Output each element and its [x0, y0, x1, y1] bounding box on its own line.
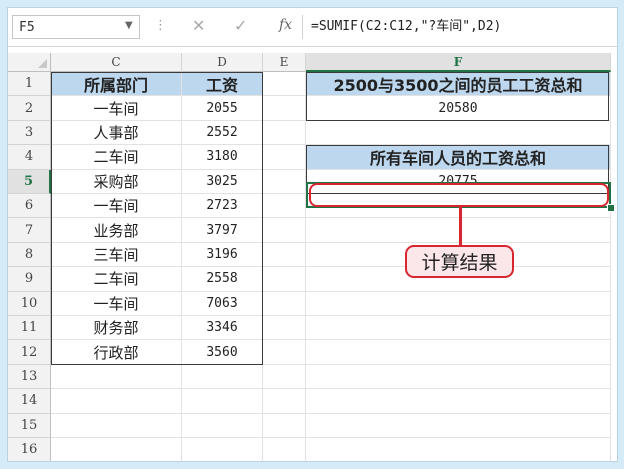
enter-icon[interactable]: ✓ [234, 16, 247, 35]
cell-department[interactable]: 业务部 [51, 218, 182, 243]
row-header-12[interactable]: 12 [8, 340, 51, 365]
formula-bar: F5 ▼ ⋮ ✕ ✓ fx =SUMIF(C2:C12,"?车间",D2) [8, 8, 617, 47]
header-cell-salary[interactable]: 工资 [182, 72, 263, 97]
cell-salary[interactable]: 7063 [182, 291, 263, 316]
cell-department[interactable]: 一车间 [51, 194, 182, 219]
row-header-9[interactable]: 9 [8, 267, 51, 292]
cell-department[interactable] [51, 438, 182, 461]
formula-bar-divider [302, 15, 303, 39]
row-header-1[interactable]: 1 [8, 72, 51, 97]
row-header-13[interactable]: 13 [8, 364, 51, 390]
cell-empty[interactable] [263, 291, 306, 316]
fill-handle[interactable] [607, 204, 615, 212]
cell-empty[interactable] [263, 72, 306, 97]
cell-empty[interactable] [263, 218, 306, 243]
row-header-8[interactable]: 8 [8, 242, 51, 268]
cell-empty[interactable] [306, 316, 611, 341]
cell-salary[interactable] [182, 389, 263, 414]
column-header-e[interactable]: E [263, 53, 306, 72]
cell-empty[interactable] [306, 413, 611, 438]
result-title-workshop[interactable]: 所有车间人员的工资总和 [306, 145, 611, 170]
result-highlight [309, 183, 609, 207]
cell-salary[interactable]: 2055 [182, 96, 263, 121]
cell-department[interactable] [51, 413, 182, 438]
cell-department[interactable]: 人事部 [51, 120, 182, 146]
header-cell-department[interactable]: 所属部门 [51, 72, 182, 97]
cell-salary[interactable]: 3025 [182, 169, 263, 194]
cell-salary[interactable]: 3797 [182, 218, 263, 243]
cell-department[interactable] [51, 389, 182, 414]
row-header-14[interactable]: 14 [8, 389, 51, 414]
cell-salary[interactable]: 3346 [182, 316, 263, 341]
cell-department[interactable]: 财务部 [51, 316, 182, 341]
cell-empty[interactable] [263, 267, 306, 292]
cell-empty[interactable] [306, 364, 611, 390]
cell-empty[interactable] [263, 242, 306, 268]
column-header-c[interactable]: C [51, 53, 182, 72]
cell-salary[interactable] [182, 438, 263, 461]
cell-salary[interactable] [182, 413, 263, 438]
cell-department[interactable]: 一车间 [51, 291, 182, 316]
callout-connector [459, 207, 462, 245]
formula-input[interactable]: =SUMIF(C2:C12,"?车间",D2) [311, 15, 613, 39]
cell-salary[interactable]: 2558 [182, 267, 263, 292]
cell-department[interactable]: 二车间 [51, 145, 182, 170]
cell-salary[interactable]: 2552 [182, 120, 263, 146]
cell-department[interactable]: 三车间 [51, 242, 182, 268]
cell-empty[interactable] [306, 120, 611, 146]
row-header-3[interactable]: 3 [8, 120, 51, 146]
row-header-7[interactable]: 7 [8, 218, 51, 243]
cancel-icon[interactable]: ✕ [192, 16, 205, 35]
row-header-4[interactable]: 4 [8, 145, 51, 170]
cell-empty[interactable] [306, 389, 611, 414]
cell-salary[interactable]: 3196 [182, 242, 263, 268]
cell-department[interactable]: 二车间 [51, 267, 182, 292]
name-box-value: F5 [19, 20, 35, 35]
cell-salary[interactable]: 3560 [182, 340, 263, 365]
cell-empty[interactable] [263, 438, 306, 461]
row-header-11[interactable]: 11 [8, 316, 51, 341]
cell-empty[interactable] [263, 145, 306, 170]
cell-empty[interactable] [306, 340, 611, 365]
cell-empty[interactable] [263, 389, 306, 414]
name-box[interactable]: F5 ▼ [12, 15, 140, 39]
result-value-salary-range[interactable]: 20580 [306, 96, 611, 121]
cell-empty[interactable] [263, 413, 306, 438]
column-header-f[interactable]: F [306, 53, 611, 72]
more-options-icon: ⋮ [154, 18, 167, 33]
cell-empty[interactable] [263, 96, 306, 121]
row-header-2[interactable]: 2 [8, 96, 51, 121]
cell-department[interactable]: 一车间 [51, 96, 182, 121]
row-header-6[interactable]: 6 [8, 194, 51, 219]
select-all-icon [38, 59, 47, 68]
cell-department[interactable]: 采购部 [51, 169, 182, 194]
cell-empty[interactable] [306, 438, 611, 461]
insert-function-icon[interactable]: fx [279, 17, 292, 33]
spreadsheet-window: F5 ▼ ⋮ ✕ ✓ fx =SUMIF(C2:C12,"?车间",D2) CD… [7, 7, 618, 462]
cell-department[interactable] [51, 364, 182, 390]
chevron-down-icon[interactable]: ▼ [125, 20, 133, 31]
row-header-5[interactable]: 5 [8, 169, 51, 194]
column-header-d[interactable]: D [182, 53, 263, 72]
row-header-10[interactable]: 10 [8, 291, 51, 316]
cell-empty[interactable] [263, 316, 306, 341]
cell-salary[interactable] [182, 364, 263, 390]
cell-empty[interactable] [263, 340, 306, 365]
cell-department[interactable]: 行政部 [51, 340, 182, 365]
callout-label: 计算结果 [421, 252, 498, 274]
row-header-15[interactable]: 15 [8, 413, 51, 438]
cell-salary[interactable]: 2723 [182, 194, 263, 219]
select-all-corner[interactable] [8, 53, 51, 72]
cell-empty[interactable] [263, 194, 306, 219]
row-header-16[interactable]: 16 [8, 438, 51, 461]
cell-empty[interactable] [263, 120, 306, 146]
cell-empty[interactable] [306, 291, 611, 316]
cell-empty[interactable] [263, 364, 306, 390]
cell-empty[interactable] [263, 169, 306, 194]
cell-salary[interactable]: 3180 [182, 145, 263, 170]
result-title-salary-range[interactable]: 2500与3500之间的员工工资总和 [306, 72, 611, 97]
result-callout: 计算结果 [405, 245, 514, 278]
